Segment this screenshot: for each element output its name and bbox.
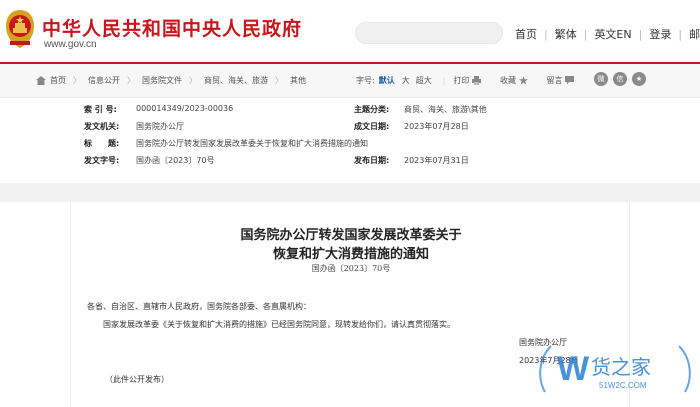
meta-row: 标 题: 国务院办公厅转发国家发展改革委关于恢复和扩大消费措施的通知 <box>84 138 614 155</box>
watermark-brand: 货之家 <box>591 355 651 379</box>
site-url: www.gov.cn <box>44 39 97 50</box>
print-icon <box>471 76 481 85</box>
qzone-share-icon[interactable]: ★ <box>632 72 646 86</box>
document-title-line-1: 国务院办公厅转发国家发展改革委关于 <box>240 228 462 243</box>
nav-home[interactable]: 首页 <box>515 26 537 42</box>
nav-divider: | <box>678 27 683 41</box>
page-tools: 字号: 默认 大 超大 | 打印 收藏 留言 <box>356 75 577 86</box>
favorite-label: 收藏 <box>499 76 516 85</box>
breadcrumb-bar: 首页 〉 信息公开 〉 国务院文件 〉 商贸、海关、旅游 〉 其他 字号: 默认… <box>0 64 700 98</box>
index-number-value: 000014349/2023-00036 <box>136 104 234 113</box>
document-title-line-2: 恢复和扩大消费措施的通知 <box>272 247 429 262</box>
font-size-large[interactable]: 大 <box>402 75 410 86</box>
top-nav: 首页 | 繁体 | 英文EN | 登录 | 邮箱 <box>515 26 700 42</box>
comment-icon <box>565 76 575 85</box>
site-header: 中华人民共和国中央人民政府 www.gov.cn 首页 | 繁体 | 英文EN … <box>0 0 700 62</box>
font-size-xlarge[interactable]: 超大 <box>416 75 432 86</box>
print-button[interactable]: 打印 <box>453 75 484 86</box>
breadcrumb-other[interactable]: 其他 <box>290 75 306 86</box>
subject-value: 商贸、海关、旅游\其他 <box>404 105 487 114</box>
title-value: 国务院办公厅转发国家发展改革委关于恢复和扩大消费措施的通知 <box>136 139 368 148</box>
search-input[interactable] <box>355 22 503 44</box>
watermark-logo: W 货之家 51W2C.COM <box>539 345 691 393</box>
nav-english[interactable]: 英文EN <box>594 26 631 42</box>
publication-note: （此件公开发布） <box>105 375 169 384</box>
comment-button[interactable]: 留言 <box>547 75 578 86</box>
national-emblem-icon[interactable] <box>4 8 36 50</box>
nav-login[interactable]: 登录 <box>649 26 671 42</box>
created-date-label: 成文日期: <box>354 122 390 131</box>
doc-number-value: 国办函〔2023〕70号 <box>136 156 215 165</box>
watermark-url: 51W2C.COM <box>599 381 647 390</box>
font-size-default[interactable]: 默认 <box>379 75 395 86</box>
nav-divider: | <box>544 27 548 41</box>
home-icon <box>36 76 46 85</box>
tools-divider: | <box>442 76 446 85</box>
chevron-right-icon: 〉 <box>189 76 197 85</box>
font-size-label: 字号: <box>356 76 375 85</box>
breadcrumb-state-council-docs[interactable]: 国务院文件 <box>142 75 182 86</box>
index-number-label: 索 引 号: <box>84 105 117 114</box>
meta-row: 发文机关: 国务院办公厅 成文日期: 2023年07月28日 <box>84 121 614 138</box>
nav-traditional[interactable]: 繁体 <box>555 26 577 42</box>
document-number: 国办函〔2023〕70号 <box>311 264 391 273</box>
share-icons: 微 信 ★ <box>594 72 646 86</box>
nav-mail[interactable]: 邮箱 <box>689 26 700 42</box>
svg-text:W: W <box>557 350 590 388</box>
breadcrumb-home[interactable]: 首页 <box>50 75 66 86</box>
published-date-value: 2023年07月31日 <box>404 156 469 165</box>
issuer-value: 国务院办公厅 <box>136 122 184 131</box>
subject-label: 主题分类: <box>354 105 390 114</box>
body-paragraph: 国家发展改革委《关于恢复和扩大消费的措施》已经国务院同意，现转发给你们，请认真贯… <box>103 320 455 329</box>
meta-row: 索 引 号: 000014349/2023-00036 主题分类: 商贸、海关、… <box>84 104 614 121</box>
site-title[interactable]: 中华人民共和国中央人民政府 <box>42 14 302 41</box>
doc-number-label: 发文字号: <box>84 156 120 165</box>
title-label: 标 题: <box>84 139 120 148</box>
salutation: 各省、自治区、直辖市人民政府，国务院各部委、各直属机构： <box>87 302 311 311</box>
breadcrumb: 首页 〉 信息公开 〉 国务院文件 〉 商贸、海关、旅游 〉 其他 <box>36 75 306 86</box>
print-label: 打印 <box>453 76 470 85</box>
nav-divider: | <box>638 27 643 41</box>
section-gap <box>0 183 700 202</box>
published-date-label: 发布日期: <box>354 156 390 165</box>
created-date-value: 2023年07月28日 <box>404 122 469 131</box>
chevron-right-icon: 〉 <box>275 76 283 85</box>
wechat-share-icon[interactable]: 信 <box>613 72 627 86</box>
issuer-label: 发文机关: <box>84 122 120 131</box>
chevron-right-icon: 〉 <box>73 76 81 85</box>
breadcrumb-commerce[interactable]: 商贸、海关、旅游 <box>204 75 268 86</box>
star-icon <box>518 76 528 85</box>
comment-label: 留言 <box>546 76 563 85</box>
chevron-right-icon: 〉 <box>127 76 135 85</box>
meta-row: 发文字号: 国办函〔2023〕70号 发布日期: 2023年07月31日 <box>84 155 614 172</box>
weibo-share-icon[interactable]: 微 <box>594 72 608 86</box>
favorite-button[interactable]: 收藏 <box>500 75 531 86</box>
breadcrumb-info-disclosure[interactable]: 信息公开 <box>88 75 120 86</box>
nav-divider: | <box>583 27 588 41</box>
